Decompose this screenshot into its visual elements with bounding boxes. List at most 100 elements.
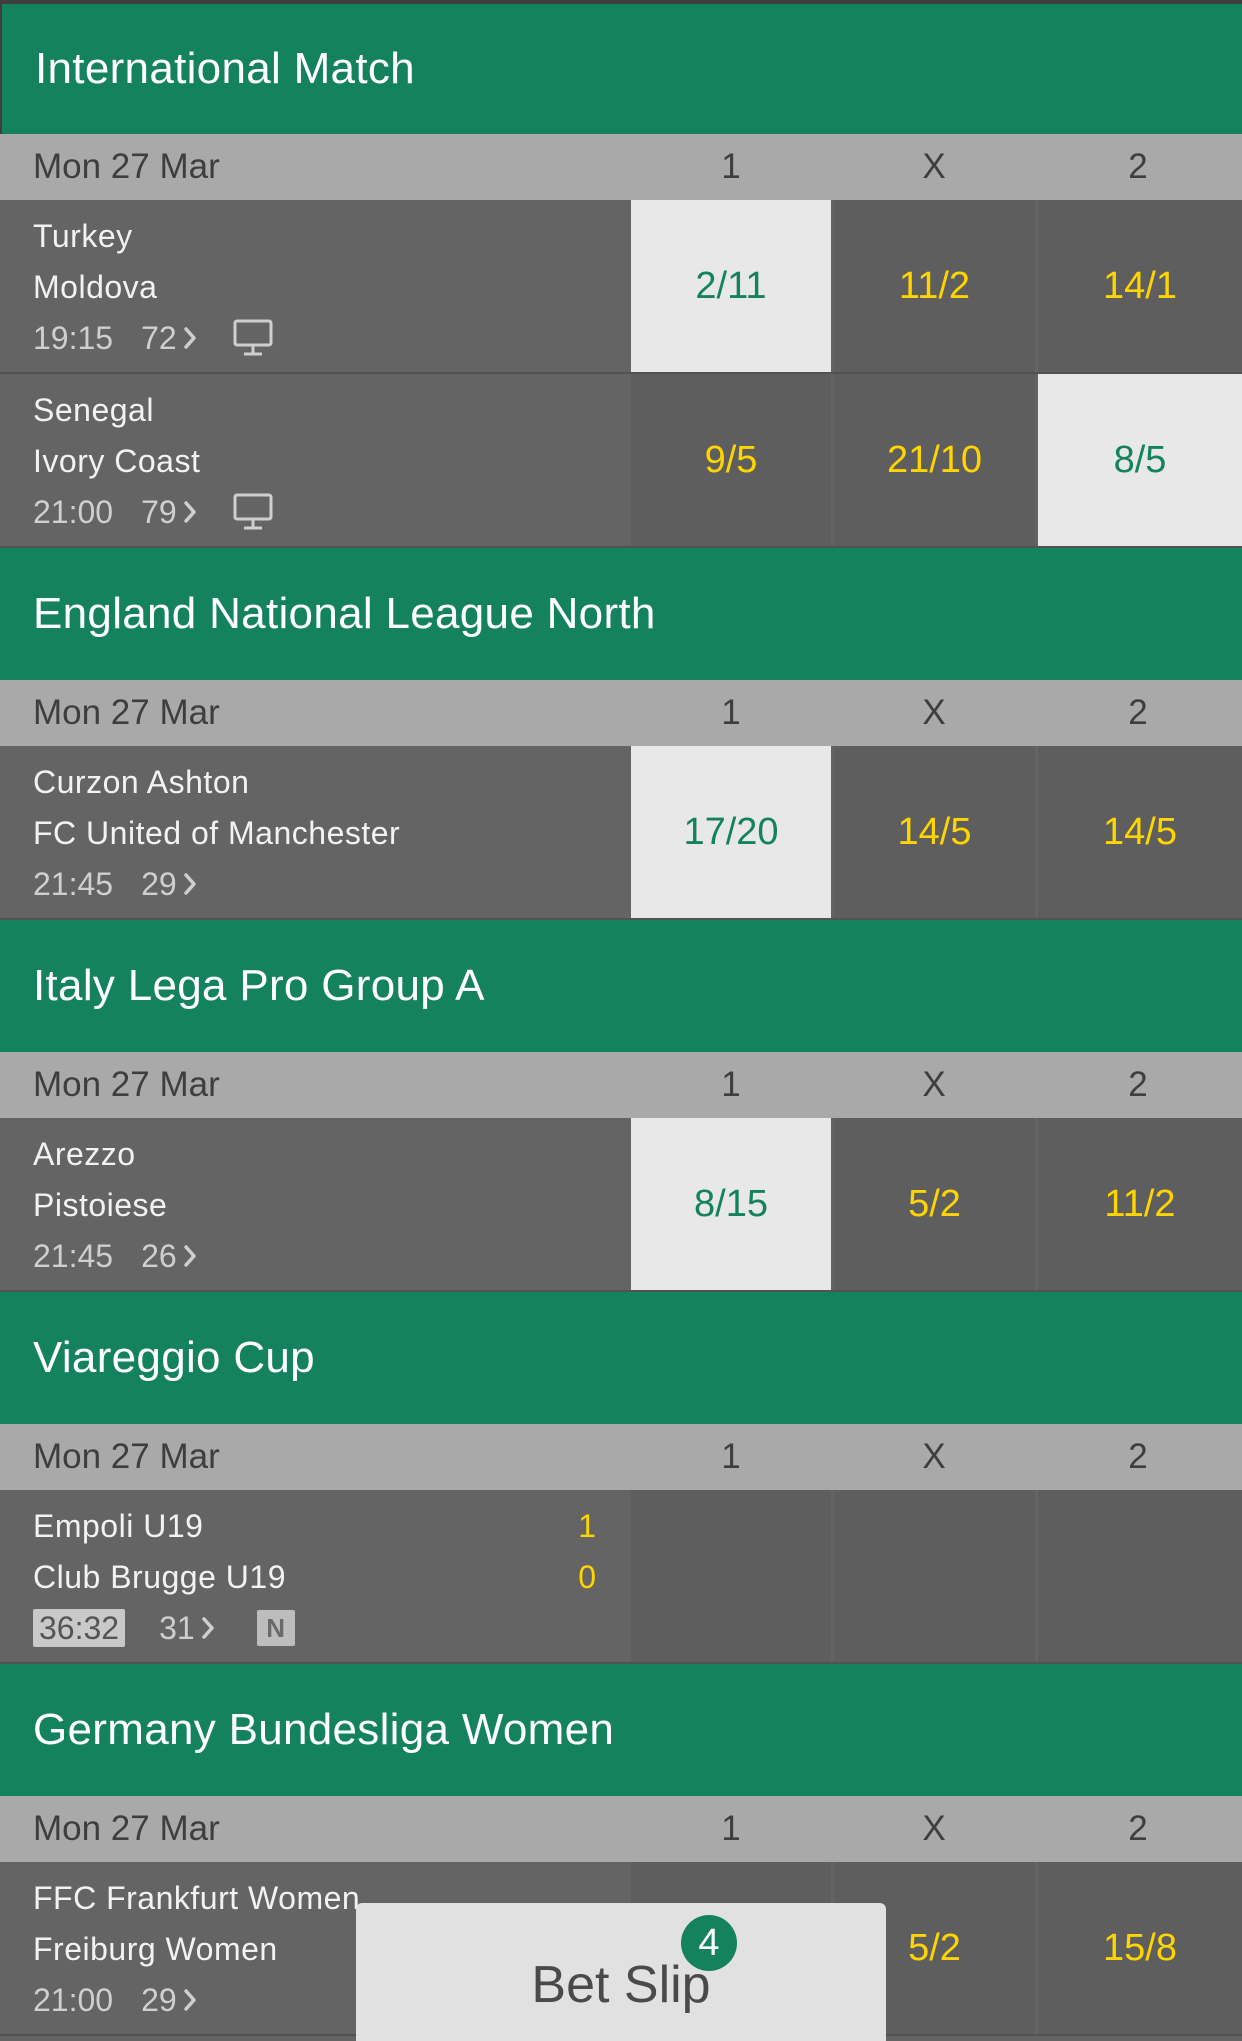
more-markets-link[interactable]: 79: [141, 494, 197, 531]
event-meta: 21:00 79: [33, 492, 273, 532]
column-home-label: 1: [721, 693, 741, 732]
event-meta: 19:15 72: [33, 318, 273, 358]
event-date: Mon 27 Mar: [33, 1065, 220, 1104]
markets-count: 26: [141, 1237, 177, 1274]
column-home-label: 1: [721, 1065, 741, 1104]
competition-header[interactable]: Italy Lega Pro Group A: [0, 920, 1242, 1052]
odds-away-button[interactable]: [1038, 1490, 1242, 1662]
markets-count: 79: [141, 493, 177, 530]
odds-away-button[interactable]: 8/5: [1038, 374, 1242, 546]
event-meta: 21:45 26: [33, 1236, 197, 1276]
odds-home-button[interactable]: [631, 1490, 831, 1662]
column-away-label: 2: [1128, 147, 1148, 186]
column-draw-label: X: [922, 1065, 946, 1104]
date-row: Mon 27 Mar 1 X 2: [0, 1052, 1242, 1118]
more-markets-link[interactable]: 26: [141, 1238, 197, 1275]
away-team-name: Moldova: [33, 269, 158, 305]
tv-icon-wrap: [233, 493, 273, 531]
date-row: Mon 27 Mar 1 X 2: [0, 680, 1242, 746]
chevron-right-icon: [183, 327, 196, 349]
bet-slip-label: Bet Slip: [531, 1956, 711, 2014]
event-row: Senegal Ivory Coast 21:00 79 9/5 21/10 8/5: [0, 374, 1242, 548]
neutral-venue-icon: N: [256, 1610, 295, 1646]
date-row: Mon 27 Mar 1 X 2: [0, 1796, 1242, 1862]
home-score: 1: [578, 1508, 596, 1544]
odds-away-button[interactable]: 14/5: [1038, 746, 1242, 918]
odds-draw-button[interactable]: 14/5: [834, 746, 1035, 918]
column-home-label: 1: [721, 1809, 741, 1848]
more-markets-link[interactable]: 29: [141, 866, 197, 903]
odds-away-button[interactable]: 15/8: [1038, 1862, 1242, 2034]
event-meta: 21:45 29: [33, 864, 197, 904]
odds-draw-button[interactable]: 11/2: [834, 200, 1035, 372]
home-team-name: Senegal: [33, 392, 154, 428]
event-list: International Match Mon 27 Mar 1 X 2 Turkey Mo…: [0, 0, 1242, 2036]
competition-header[interactable]: Germany Bundesliga Women: [0, 1664, 1242, 1796]
odds-home-button[interactable]: 17/20: [631, 746, 831, 918]
home-team-name: Curzon Ashton: [33, 764, 250, 800]
chevron-right-icon: [183, 501, 196, 523]
date-row: Mon 27 Mar 1 X 2: [0, 1424, 1242, 1490]
column-away-label: 2: [1128, 693, 1148, 732]
odds-draw-button[interactable]: [834, 1490, 1035, 1662]
markets-count: 29: [141, 865, 177, 902]
odds-draw-button[interactable]: 5/2: [834, 1118, 1035, 1290]
competition-header[interactable]: International Match: [0, 0, 1242, 134]
event-info[interactable]: Turkey Moldova 19:15 72: [0, 200, 630, 372]
event-date: Mon 27 Mar: [33, 1809, 220, 1848]
column-draw-label: X: [922, 147, 946, 186]
column-away-label: 2: [1128, 1809, 1148, 1848]
home-team-name: Empoli U19: [33, 1508, 204, 1544]
event-date: Mon 27 Mar: [33, 693, 220, 732]
home-team-name: Turkey: [33, 218, 133, 254]
odds-home-button[interactable]: 9/5: [631, 374, 831, 546]
bet-slip-button[interactable]: Bet Slip 4: [356, 1903, 886, 2041]
column-draw-label: X: [922, 1437, 946, 1476]
chevron-right-icon: [183, 1245, 196, 1267]
tv-monitor-icon: [233, 319, 273, 356]
kickoff-time: 21:45: [33, 1237, 114, 1274]
event-row: Curzon Ashton FC United of Manchester 21:4…: [0, 746, 1242, 920]
chevron-right-icon: [183, 1989, 196, 2011]
tv-monitor-icon: [233, 493, 273, 530]
column-away-label: 2: [1128, 1437, 1148, 1476]
more-markets-link[interactable]: 31: [159, 1610, 215, 1647]
chevron-right-icon: [201, 1617, 214, 1639]
live-clock: 36:32: [33, 1609, 126, 1647]
away-score: 0: [578, 1559, 596, 1595]
event-meta: 36:32 31 N: [33, 1608, 295, 1648]
event-row: Arezzo Pistoiese 21:45 26 8/15 5/2 11/2: [0, 1118, 1242, 1292]
more-markets-link[interactable]: 72: [141, 320, 197, 357]
chevron-right-icon: [183, 873, 196, 895]
event-info[interactable]: Curzon Ashton FC United of Manchester 21:4…: [0, 746, 630, 918]
odds-home-button[interactable]: 8/15: [631, 1118, 831, 1290]
column-away-label: 2: [1128, 1065, 1148, 1104]
event-info[interactable]: Arezzo Pistoiese 21:45 26: [0, 1118, 630, 1290]
markets-count: 31: [159, 1609, 195, 1646]
odds-draw-button[interactable]: 21/10: [834, 374, 1035, 546]
markets-count: 72: [141, 319, 177, 356]
odds-home-button[interactable]: 2/11: [631, 200, 831, 372]
event-row: Turkey Moldova 19:15 72 2/11 11/2 14/1: [0, 200, 1242, 374]
bet-slip-count-badge: 4: [681, 1915, 737, 1971]
away-team-name: Freiburg Women: [33, 1931, 278, 1967]
event-date: Mon 27 Mar: [33, 147, 220, 186]
away-team-name: FC United of Manchester: [33, 815, 401, 851]
date-row: Mon 27 Mar 1 X 2: [0, 134, 1242, 200]
event-info[interactable]: Empoli U19 Club Brugge U19 1 0 36:32 31 N: [0, 1490, 630, 1662]
more-markets-link[interactable]: 29: [141, 1982, 197, 2019]
event-date: Mon 27 Mar: [33, 1437, 220, 1476]
competition-header[interactable]: England National League North: [0, 548, 1242, 680]
column-home-label: 1: [721, 1437, 741, 1476]
competition-header[interactable]: Viareggio Cup: [0, 1292, 1242, 1424]
event-info[interactable]: Senegal Ivory Coast 21:00 79: [0, 374, 630, 546]
kickoff-time: 21:00: [33, 1981, 114, 2018]
markets-count: 29: [141, 1981, 177, 2018]
away-team-name: Ivory Coast: [33, 443, 201, 479]
column-draw-label: X: [922, 693, 946, 732]
home-team-name: Arezzo: [33, 1136, 136, 1172]
column-draw-label: X: [922, 1809, 946, 1848]
odds-away-button[interactable]: 11/2: [1038, 1118, 1242, 1290]
odds-away-button[interactable]: 14/1: [1038, 200, 1242, 372]
tv-icon-wrap: [233, 319, 273, 357]
